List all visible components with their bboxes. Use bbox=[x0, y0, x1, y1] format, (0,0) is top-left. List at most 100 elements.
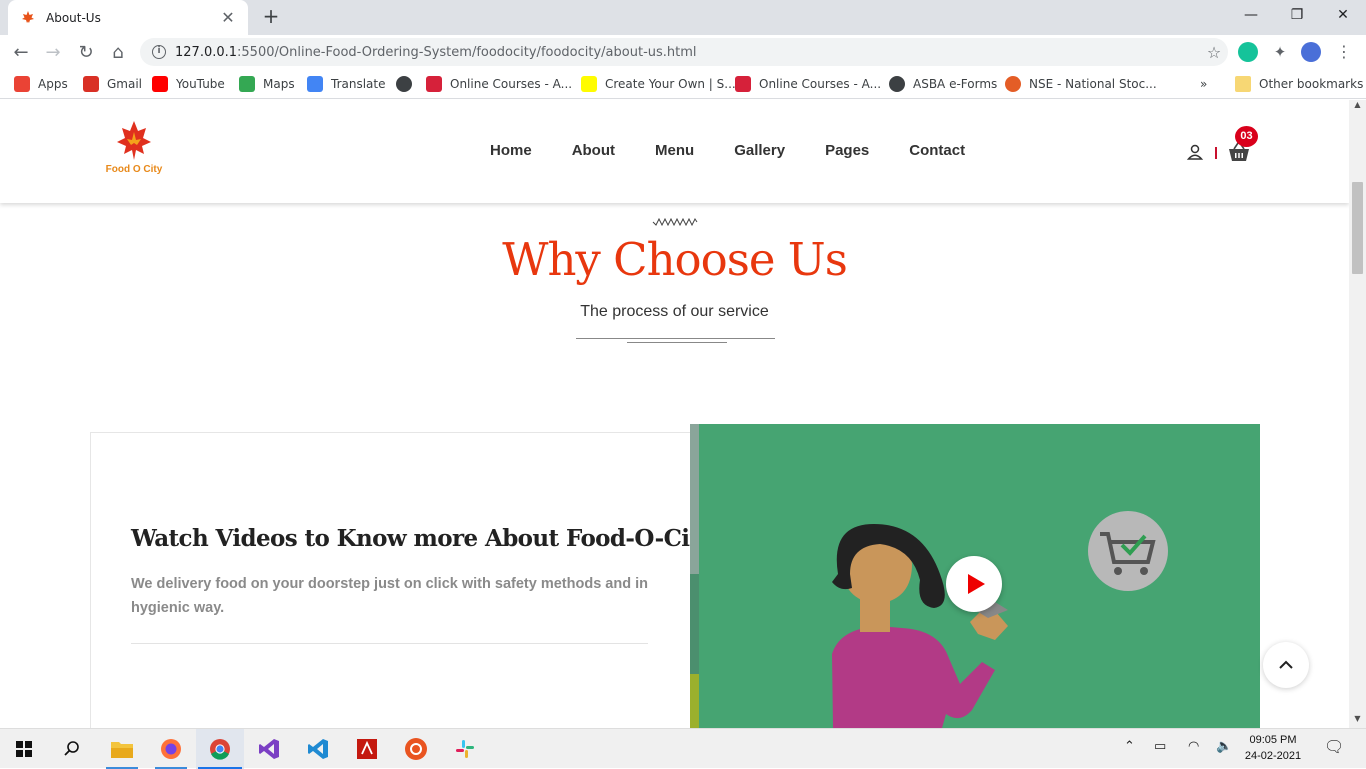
reload-button[interactable]: ↻ bbox=[73, 40, 99, 66]
card-description: We delivery food on your doorstep just o… bbox=[131, 576, 648, 616]
play-video-button[interactable] bbox=[946, 556, 1002, 612]
bookmark-label: Create Your Own | S... bbox=[605, 77, 736, 91]
globe-icon bbox=[889, 76, 905, 92]
window-close-button[interactable]: ✕ bbox=[1320, 0, 1366, 30]
nav-menu[interactable]: Menu bbox=[655, 142, 694, 159]
bookmark-item[interactable]: Create Your Own | S... bbox=[581, 75, 736, 93]
scroll-to-top-button[interactable] bbox=[1263, 642, 1309, 688]
taskbar-file-explorer[interactable] bbox=[98, 729, 146, 769]
battery-icon[interactable]: ▭ bbox=[1154, 739, 1166, 754]
show-hidden-icons-button[interactable]: ⌃ bbox=[1124, 739, 1135, 754]
profile-avatar[interactable] bbox=[1301, 42, 1321, 62]
windows-start-button[interactable] bbox=[0, 729, 48, 769]
bookmark-item[interactable]: Translate bbox=[307, 75, 386, 93]
taskbar-search-button[interactable] bbox=[48, 729, 96, 769]
nav-gallery[interactable]: Gallery bbox=[734, 142, 785, 159]
bookmark-label: Apps bbox=[38, 77, 68, 91]
site-info-icon[interactable]: i bbox=[152, 45, 166, 59]
main-nav: Home About Menu Gallery Pages Contact bbox=[470, 142, 985, 159]
bookmark-item[interactable] bbox=[396, 75, 420, 93]
nav-contact[interactable]: Contact bbox=[909, 142, 965, 159]
divider-line bbox=[576, 338, 775, 339]
maps-icon bbox=[239, 76, 255, 92]
bookmark-item[interactable]: YouTube bbox=[152, 75, 225, 93]
windows-taskbar: ⌃ ▭ ◠ 🔈 09:05 PM 24-02-2021 🗨 bbox=[0, 728, 1366, 769]
other-bookmarks-folder[interactable]: Other bookmarks bbox=[1235, 75, 1363, 93]
system-clock[interactable]: 09:05 PM 24-02-2021 bbox=[1240, 732, 1306, 764]
bookmark-item[interactable]: ASBA e-Forms bbox=[889, 75, 997, 93]
bookmark-label: Gmail bbox=[107, 77, 143, 91]
nse-icon bbox=[1005, 76, 1021, 92]
wifi-icon[interactable]: ◠ bbox=[1188, 739, 1199, 754]
acrobat-icon bbox=[357, 739, 377, 759]
taskbar-ubuntu[interactable] bbox=[392, 729, 440, 769]
grammarly-extension-icon[interactable] bbox=[1238, 42, 1258, 62]
taskbar-firefox[interactable] bbox=[147, 729, 195, 769]
site-header: Food O City Home About Menu Gallery Page… bbox=[0, 100, 1349, 203]
volume-icon[interactable]: 🔈 bbox=[1216, 739, 1232, 754]
browser-toolbar: ← → ↻ ⌂ i 127.0.0.1:5500/Online-Food-Ord… bbox=[0, 35, 1366, 69]
bookmark-item[interactable]: Gmail bbox=[83, 75, 142, 93]
page-scrollbar[interactable]: ▲ ▼ bbox=[1349, 100, 1366, 728]
section-subtitle: The process of our service bbox=[580, 303, 769, 320]
ubuntu-icon bbox=[405, 738, 427, 760]
url-path: :5500/Online-Food-Ordering-System/foodoc… bbox=[237, 44, 697, 60]
bookmark-label: NSE - National Stoc... bbox=[1029, 77, 1157, 91]
forward-button[interactable]: → bbox=[40, 40, 66, 66]
extensions-puzzle-icon[interactable]: ✦ bbox=[1270, 42, 1290, 62]
scroll-down-arrow-icon[interactable]: ▼ bbox=[1349, 714, 1366, 728]
bookmark-item[interactable]: Online Courses - A... bbox=[735, 75, 881, 93]
restore-button[interactable]: ❐ bbox=[1274, 0, 1320, 30]
tab-close-icon[interactable]: ✕ bbox=[218, 8, 238, 27]
taskbar-acrobat[interactable] bbox=[343, 729, 391, 769]
bookmark-item[interactable]: Online Courses - A... bbox=[426, 75, 572, 93]
bookmark-label: YouTube bbox=[176, 77, 225, 91]
play-icon bbox=[968, 574, 985, 594]
udemy-icon bbox=[735, 76, 751, 92]
notifications-icon[interactable]: 🗨 bbox=[1324, 737, 1344, 756]
nav-home[interactable]: Home bbox=[490, 142, 532, 159]
firefox-icon bbox=[161, 739, 181, 759]
globe-icon bbox=[396, 76, 412, 92]
bookmark-item[interactable]: Maps bbox=[239, 75, 295, 93]
minimize-button[interactable]: — bbox=[1228, 0, 1274, 30]
squiggle-decoration-icon bbox=[652, 217, 698, 227]
nav-pages[interactable]: Pages bbox=[825, 142, 869, 159]
clock-date: 24-02-2021 bbox=[1244, 750, 1302, 762]
maple-leaf-logo-icon bbox=[117, 121, 151, 160]
bookmark-star-icon[interactable]: ☆ bbox=[1200, 43, 1228, 62]
browser-menu-icon[interactable]: ⋮ bbox=[1334, 42, 1354, 62]
bookmark-item[interactable]: Apps bbox=[14, 75, 68, 93]
visual-studio-icon bbox=[259, 739, 279, 759]
youtube-icon bbox=[152, 76, 168, 92]
bookmark-label: ASBA e-Forms bbox=[913, 77, 998, 91]
browser-tab-about-us[interactable]: About-Us ✕ bbox=[8, 0, 248, 35]
bookmark-item[interactable]: NSE - National Stoc... bbox=[1005, 75, 1157, 93]
page-viewport: Food O City Home About Menu Gallery Page… bbox=[0, 100, 1349, 728]
tab-title: About-Us bbox=[46, 10, 101, 25]
address-bar[interactable]: i 127.0.0.1:5500/Online-Food-Ordering-Sy… bbox=[140, 38, 1228, 66]
user-account-icon[interactable] bbox=[1186, 143, 1204, 161]
logo-text: Food O City bbox=[105, 164, 163, 175]
taskbar-chrome[interactable] bbox=[196, 729, 244, 769]
taskbar-slack[interactable] bbox=[441, 729, 489, 769]
card-divider bbox=[131, 643, 648, 644]
folder-icon bbox=[1235, 76, 1251, 92]
clock-time: 09:05 PM bbox=[1249, 734, 1297, 746]
card-title: Watch Videos to Know more About Food-O-C… bbox=[131, 525, 713, 552]
scrollbar-thumb[interactable] bbox=[1352, 182, 1363, 274]
back-button[interactable]: ← bbox=[8, 40, 34, 66]
vscode-icon bbox=[308, 739, 328, 759]
taskbar-visual-studio[interactable] bbox=[245, 729, 293, 769]
bookmarks-overflow-button[interactable]: » bbox=[1200, 75, 1207, 93]
bookmarks-bar: » Other bookmarks Apps Gmail YouTube Maps Tr… bbox=[0, 69, 1366, 99]
nav-about[interactable]: About bbox=[572, 142, 615, 159]
home-button[interactable]: ⌂ bbox=[105, 40, 131, 66]
udemy-icon bbox=[426, 76, 442, 92]
taskbar-vscode[interactable] bbox=[294, 729, 342, 769]
new-tab-button[interactable]: + bbox=[258, 4, 284, 30]
site-logo[interactable]: Food O City bbox=[96, 118, 176, 182]
translate-icon bbox=[307, 76, 323, 92]
folder-icon bbox=[111, 742, 133, 758]
scroll-up-arrow-icon[interactable]: ▲ bbox=[1349, 100, 1366, 114]
